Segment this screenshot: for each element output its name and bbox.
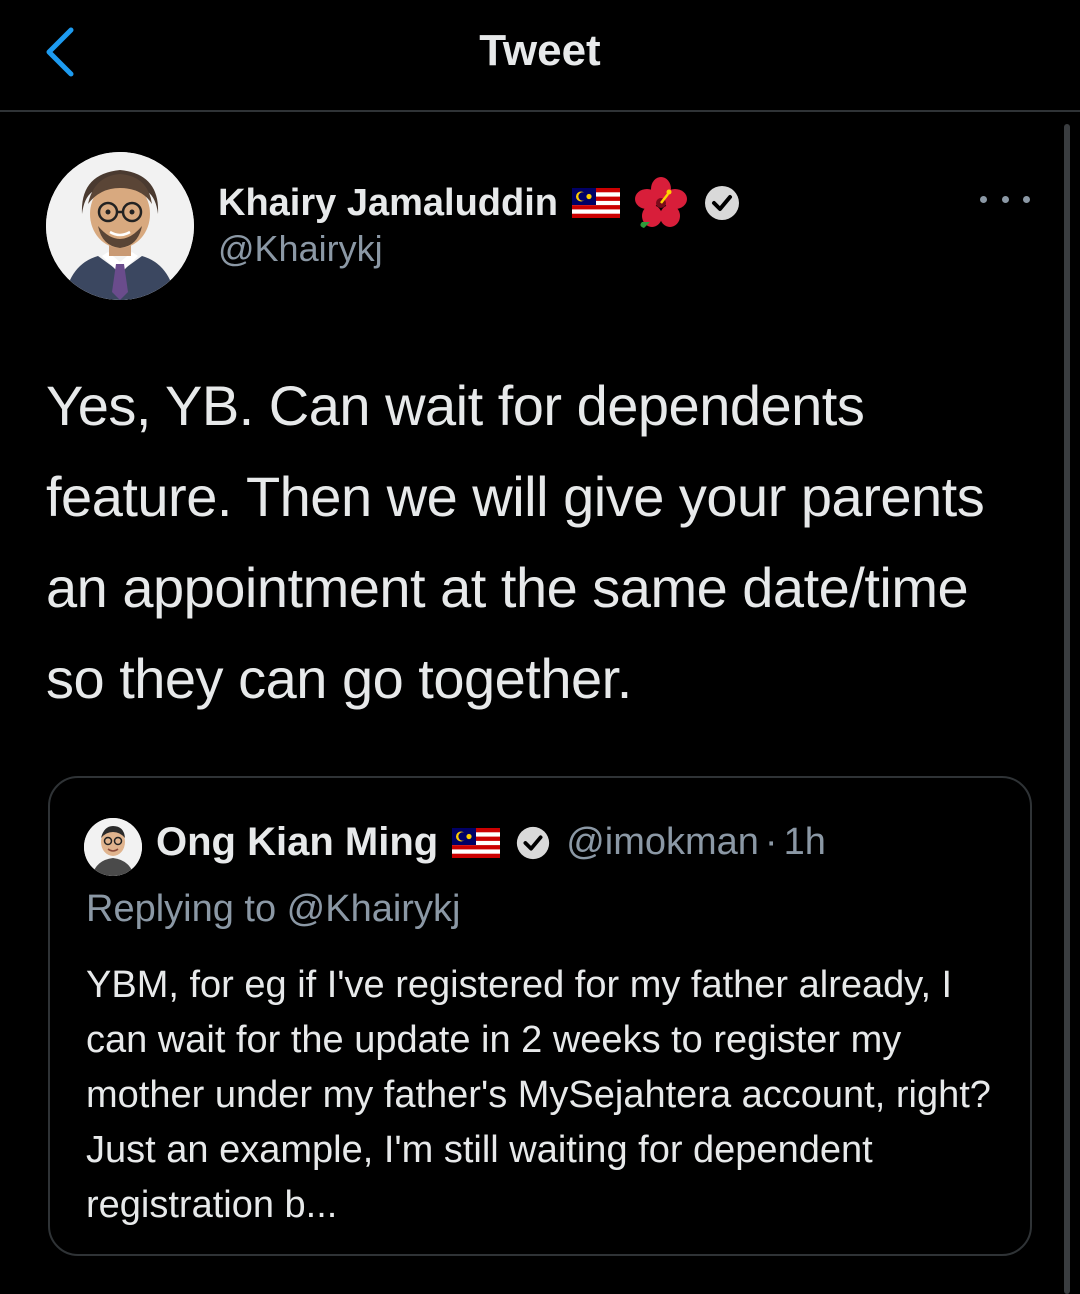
caricature-avatar-image <box>46 152 194 300</box>
replying-to-text: Replying to @Khairykj <box>86 888 461 930</box>
author-handle[interactable]: @Khairykj <box>218 228 383 270</box>
author-name[interactable]: Khairy Jamaluddin <box>218 182 558 225</box>
author-name-row: Khairy Jamaluddin <box>218 176 742 230</box>
author-avatar[interactable] <box>46 152 194 300</box>
top-bar: Tweet <box>0 0 1080 112</box>
quoted-tweet-text: YBM, for eg if I've registered for my fa… <box>86 964 991 1226</box>
malaysia-flag-icon <box>571 188 620 218</box>
page-title: Tweet <box>479 26 601 75</box>
verified-badge-icon <box>704 186 739 220</box>
quoted-tweet-header: Ong Kian Ming @imokman · 1h <box>156 820 826 865</box>
more-dot-icon <box>1001 195 1009 203</box>
malaysia-flag-icon <box>452 827 501 858</box>
quoted-author-avatar <box>84 818 142 876</box>
scrollbar[interactable] <box>1064 124 1070 1294</box>
dot-separator: · <box>764 821 778 863</box>
quoted-author-handle: @imokman <box>566 821 759 863</box>
verified-badge-icon <box>517 826 550 859</box>
more-dot-icon <box>1023 195 1030 203</box>
more-dot-icon <box>980 195 987 203</box>
hibiscus-icon <box>634 177 687 228</box>
quoted-tweet-card[interactable]: Ong Kian Ming @imokman · 1h Replying to @K… <box>48 776 1032 1256</box>
quoted-author-name: Ong Kian Ming <box>156 820 439 864</box>
quoted-tweet-time: 1h <box>783 821 826 863</box>
quoted-avatar-image <box>84 818 142 876</box>
more-options-button[interactable] <box>980 184 1030 214</box>
tweet-text: Yes, YB. Can wait for dependents feature… <box>46 374 985 710</box>
